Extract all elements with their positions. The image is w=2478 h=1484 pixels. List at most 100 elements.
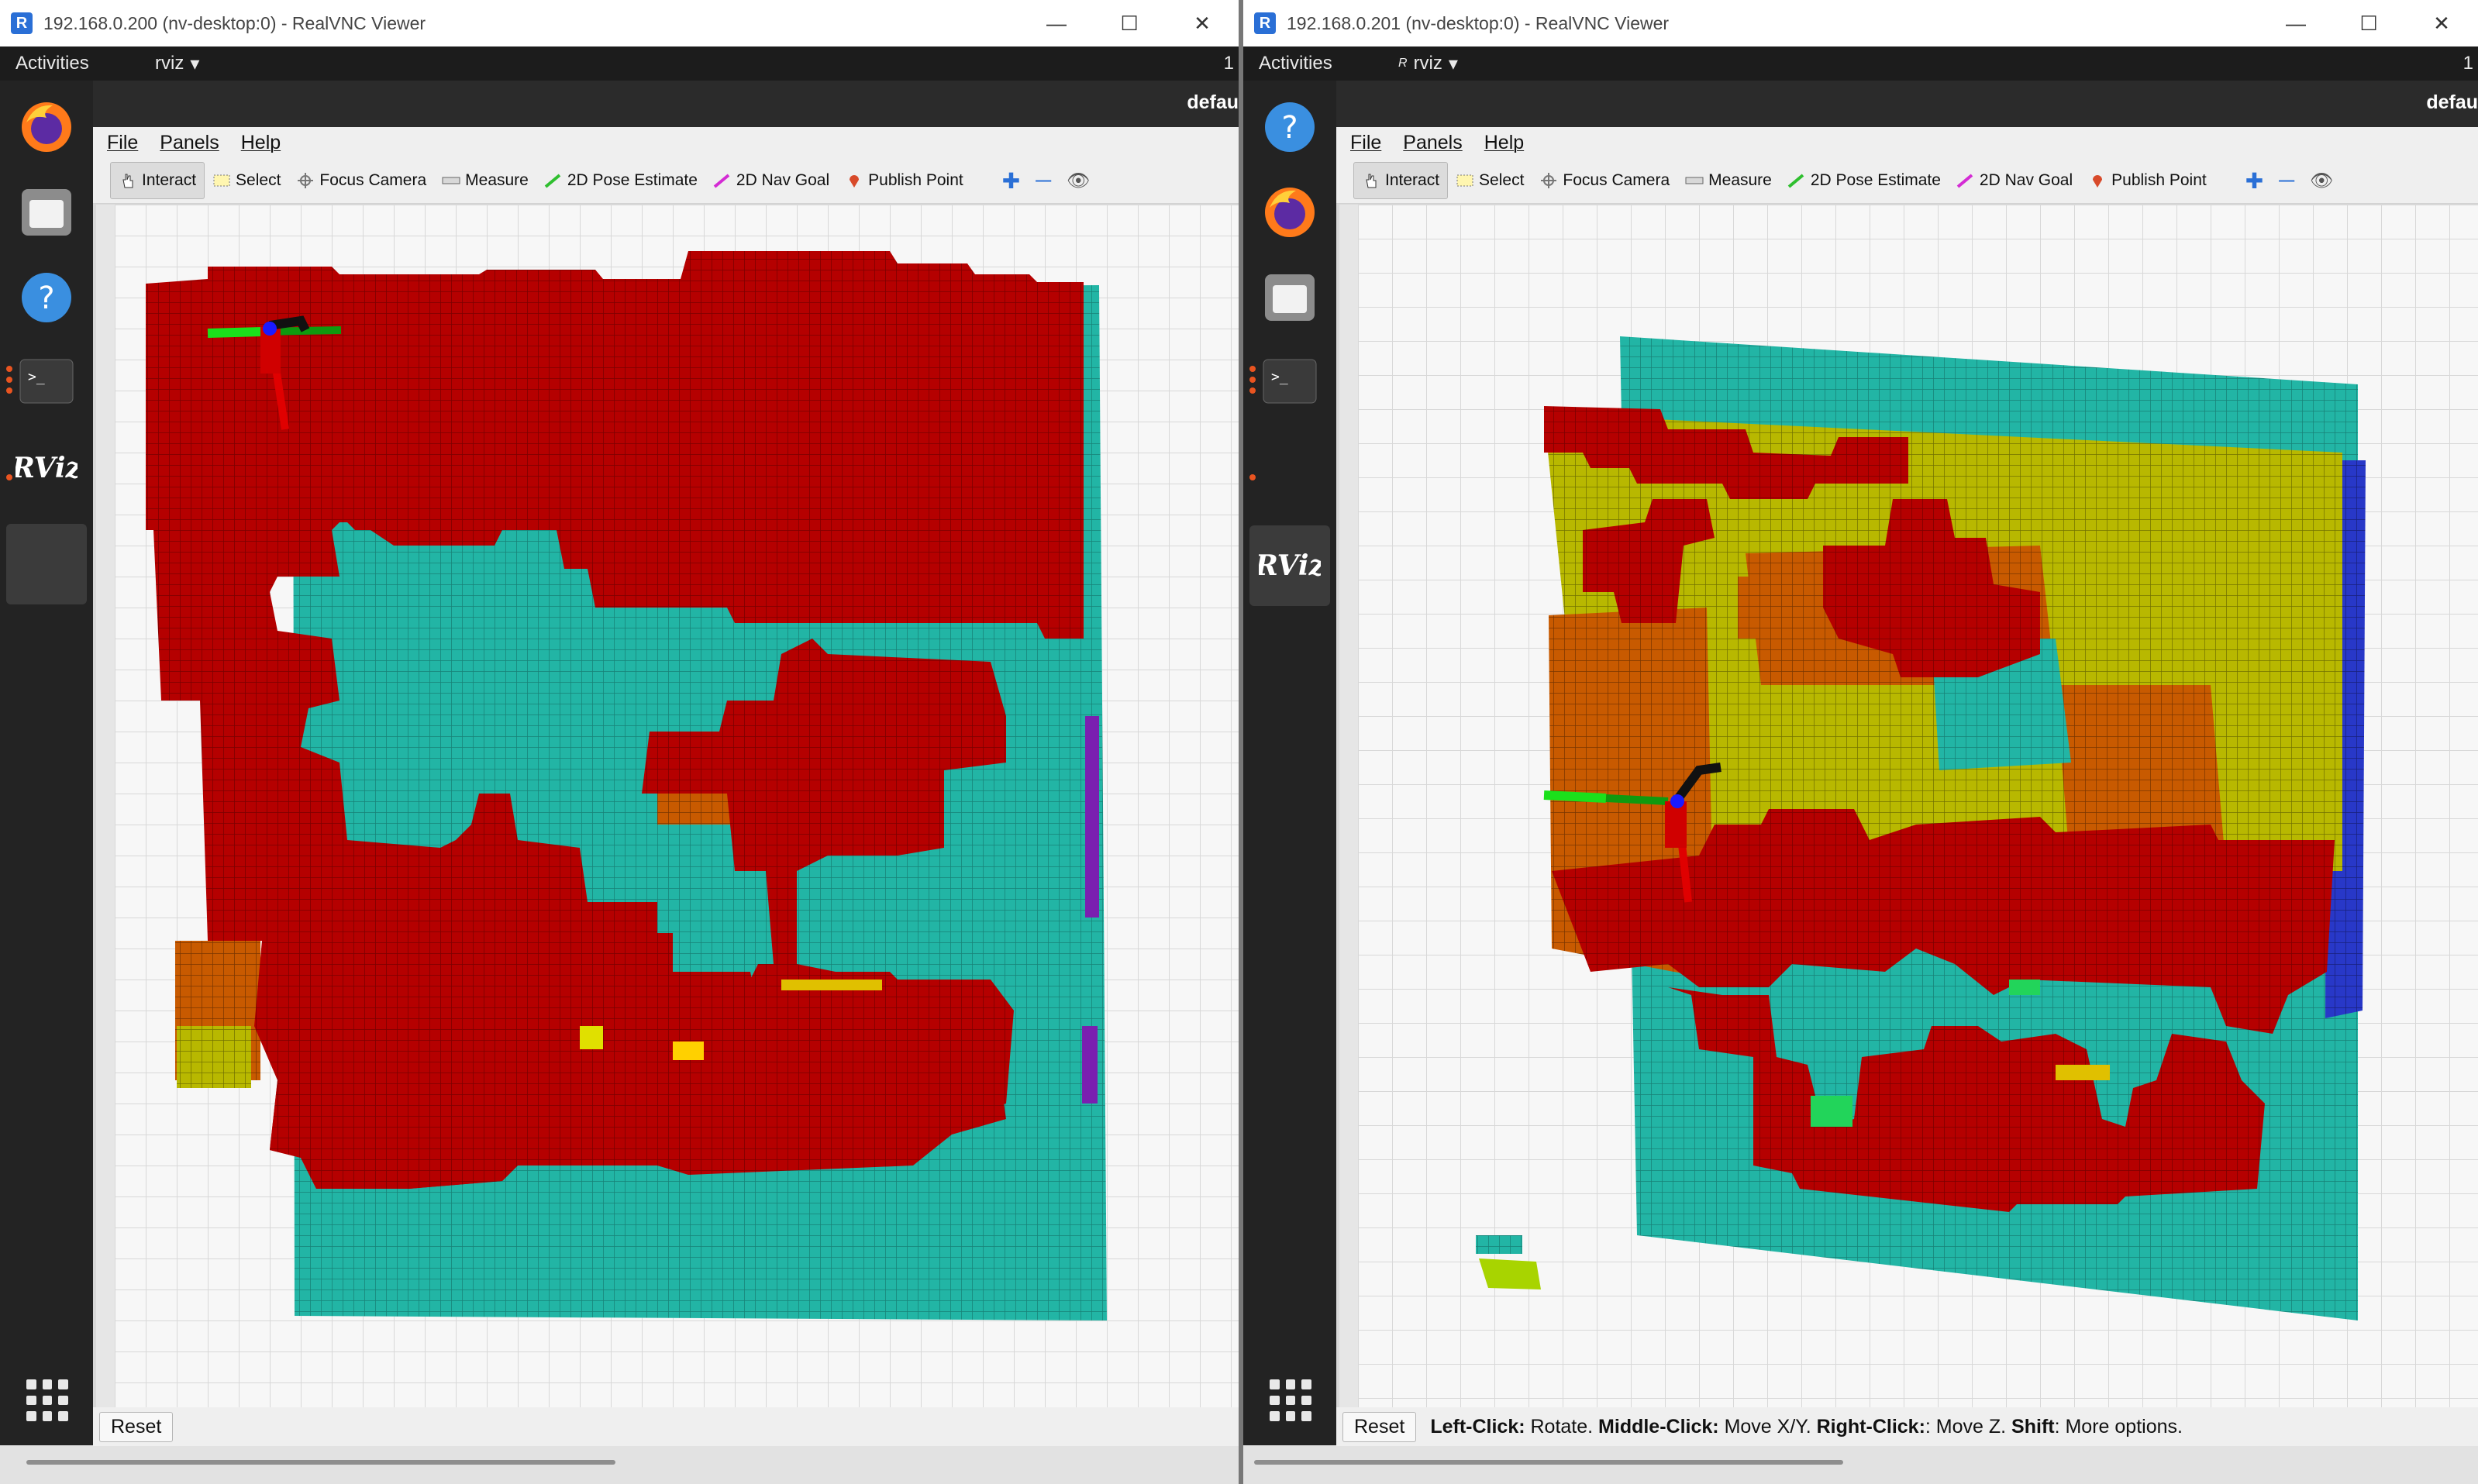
tool-2d-nav-goal[interactable]: 2D Nav Goal <box>705 163 837 198</box>
activities-button[interactable]: Activities <box>1259 53 1398 74</box>
hint-key: Middle-Click: <box>1598 1415 1719 1438</box>
running-indicator <box>6 377 12 383</box>
eye-icon[interactable]: 👁 <box>2302 163 2341 198</box>
remove-tool-icon[interactable]: ─ <box>2271 163 2302 198</box>
firefox-icon[interactable] <box>16 96 78 158</box>
minimize-icon[interactable]: — <box>1020 0 1093 46</box>
3d-viewport[interactable] <box>96 205 1239 1407</box>
purple-voxels <box>1085 716 1099 918</box>
hint-value: Move X/Y. <box>1718 1415 1817 1438</box>
horizontal-scrollbar[interactable] <box>0 1446 1239 1484</box>
minimize-icon[interactable]: — <box>2259 0 2332 46</box>
firefox-icon[interactable] <box>1259 181 1321 243</box>
menu-file[interactable]: File <box>107 132 138 154</box>
yellow-voxels <box>177 1026 251 1088</box>
svg-text:?: ? <box>1281 110 1298 146</box>
hint-value: Rotate. <box>1525 1415 1599 1438</box>
files-icon[interactable] <box>1259 267 1321 329</box>
hint-key: Shift <box>2011 1415 2055 1438</box>
tool-bar: Interact Select Focus Camera Measure 2D … <box>1336 158 2478 204</box>
svg-text:RViz: RViz <box>16 452 78 484</box>
tool-measure[interactable]: Measure <box>434 163 536 198</box>
hint-value: : Move Z. <box>1925 1415 2012 1438</box>
rviz-small-icon: R <box>1398 57 1408 70</box>
show-apps-icon[interactable] <box>1270 1379 1311 1421</box>
orange-voxels <box>1738 577 1792 639</box>
tool-publish-point[interactable]: Publish Point <box>2080 163 2214 198</box>
maximize-icon[interactable]: ☐ <box>2332 0 2405 46</box>
add-tool-icon[interactable]: ✚ <box>994 163 1028 198</box>
app-menu[interactable]: R rviz ▾ <box>1398 53 1458 75</box>
tool-publish-point[interactable]: Publish Point <box>837 163 971 198</box>
app-menu-label: rviz <box>155 53 184 74</box>
window-title: 192.168.0.201 (nv-desktop:0) - RealVNC V… <box>1287 12 1670 33</box>
show-apps-icon[interactable] <box>26 1379 68 1421</box>
reset-button[interactable]: Reset <box>1342 1411 1417 1442</box>
terminal-icon[interactable]: >_ <box>16 350 78 412</box>
maximize-icon[interactable]: ☐ <box>1093 0 1166 46</box>
select-box-icon <box>1456 174 1473 187</box>
svg-text:RViz: RViz <box>1259 549 1321 582</box>
magenta-arrow-icon <box>713 174 730 188</box>
vnc-window-1: R 192.168.0.200 (nv-desktop:0) - RealVNC… <box>0 0 1239 1484</box>
tool-interact[interactable]: Interact <box>1353 162 1449 199</box>
hint-value: : More options. <box>2054 1415 2183 1438</box>
activities-button[interactable]: Activities <box>16 53 155 74</box>
tool-focus-camera[interactable]: Focus Camera <box>288 163 434 198</box>
tool-select[interactable]: Select <box>1448 163 1532 198</box>
menu-help[interactable]: Help <box>241 132 281 154</box>
help-icon[interactable]: ? <box>1259 96 1321 158</box>
running-indicator <box>1249 366 1256 372</box>
purple-voxels <box>1082 1026 1098 1104</box>
window-titlebar[interactable]: R 192.168.0.201 (nv-desktop:0) - RealVNC… <box>1243 0 2478 47</box>
tool-focus-camera[interactable]: Focus Camera <box>1532 163 1677 198</box>
dock: ? >_ RViz <box>0 81 93 1445</box>
octomap-render <box>1358 205 2478 1407</box>
map-pin-icon <box>850 175 860 188</box>
hand-pointer-icon <box>122 174 133 188</box>
tool-bar: Interact Select Focus Camera Measure 2D … <box>93 158 1239 204</box>
tool-measure[interactable]: Measure <box>1677 163 1780 198</box>
menu-help[interactable]: Help <box>1484 132 1524 154</box>
hint-key: Right-Click: <box>1816 1415 1925 1438</box>
rviz-icon[interactable]: RViz <box>1249 525 1330 606</box>
app-menu[interactable]: rviz ▾ <box>155 53 199 75</box>
running-app-tile[interactable] <box>6 524 87 604</box>
select-box-icon <box>213 174 230 187</box>
eye-icon[interactable]: 👁 <box>1059 163 1098 198</box>
dock: ? >_ RViz <box>1243 81 1336 1445</box>
menu-file[interactable]: File <box>1350 132 1381 154</box>
menu-panels[interactable]: Panels <box>160 132 219 154</box>
horizontal-scrollbar[interactable] <box>1243 1446 2478 1484</box>
menu-panels[interactable]: Panels <box>1403 132 1462 154</box>
menu-bar: File Panels Help <box>93 127 1239 158</box>
app-header-title: defau <box>2426 91 2478 113</box>
tool-interact[interactable]: Interact <box>110 162 205 199</box>
svg-text:?: ? <box>38 281 54 316</box>
status-bar: Reset Left-Click: Rotate. Middle-Click: … <box>1336 1407 2478 1446</box>
tool-2d-pose-estimate[interactable]: 2D Pose Estimate <box>1780 163 1949 198</box>
running-indicator <box>6 474 12 480</box>
tool-select[interactable]: Select <box>205 163 288 198</box>
tool-2d-pose-estimate[interactable]: 2D Pose Estimate <box>536 163 705 198</box>
app-header: defau <box>1336 81 2478 127</box>
svg-text:>_: >_ <box>28 369 45 385</box>
close-icon[interactable]: ✕ <box>1166 0 1239 46</box>
tool-2d-nav-goal[interactable]: 2D Nav Goal <box>1949 163 2080 198</box>
chevron-down-icon: ▾ <box>190 53 200 74</box>
3d-viewport[interactable] <box>1339 205 2478 1407</box>
help-icon[interactable]: ? <box>16 267 78 329</box>
reset-button[interactable]: Reset <box>99 1411 174 1442</box>
running-indicator <box>6 366 12 372</box>
terminal-icon[interactable]: >_ <box>1259 350 1321 412</box>
rviz-window-icon: R <box>11 12 33 34</box>
close-icon[interactable]: ✕ <box>2405 0 2478 46</box>
status-bar: Reset <box>93 1407 1239 1446</box>
rviz-icon[interactable]: RViz <box>16 437 78 499</box>
add-tool-icon[interactable]: ✚ <box>2238 163 2271 198</box>
window-titlebar[interactable]: R 192.168.0.200 (nv-desktop:0) - RealVNC… <box>0 0 1239 47</box>
yellow-voxels <box>673 1042 704 1060</box>
crosshair-icon <box>1541 173 1557 188</box>
remove-tool-icon[interactable]: ─ <box>1028 163 1059 198</box>
files-icon[interactable] <box>16 181 78 243</box>
